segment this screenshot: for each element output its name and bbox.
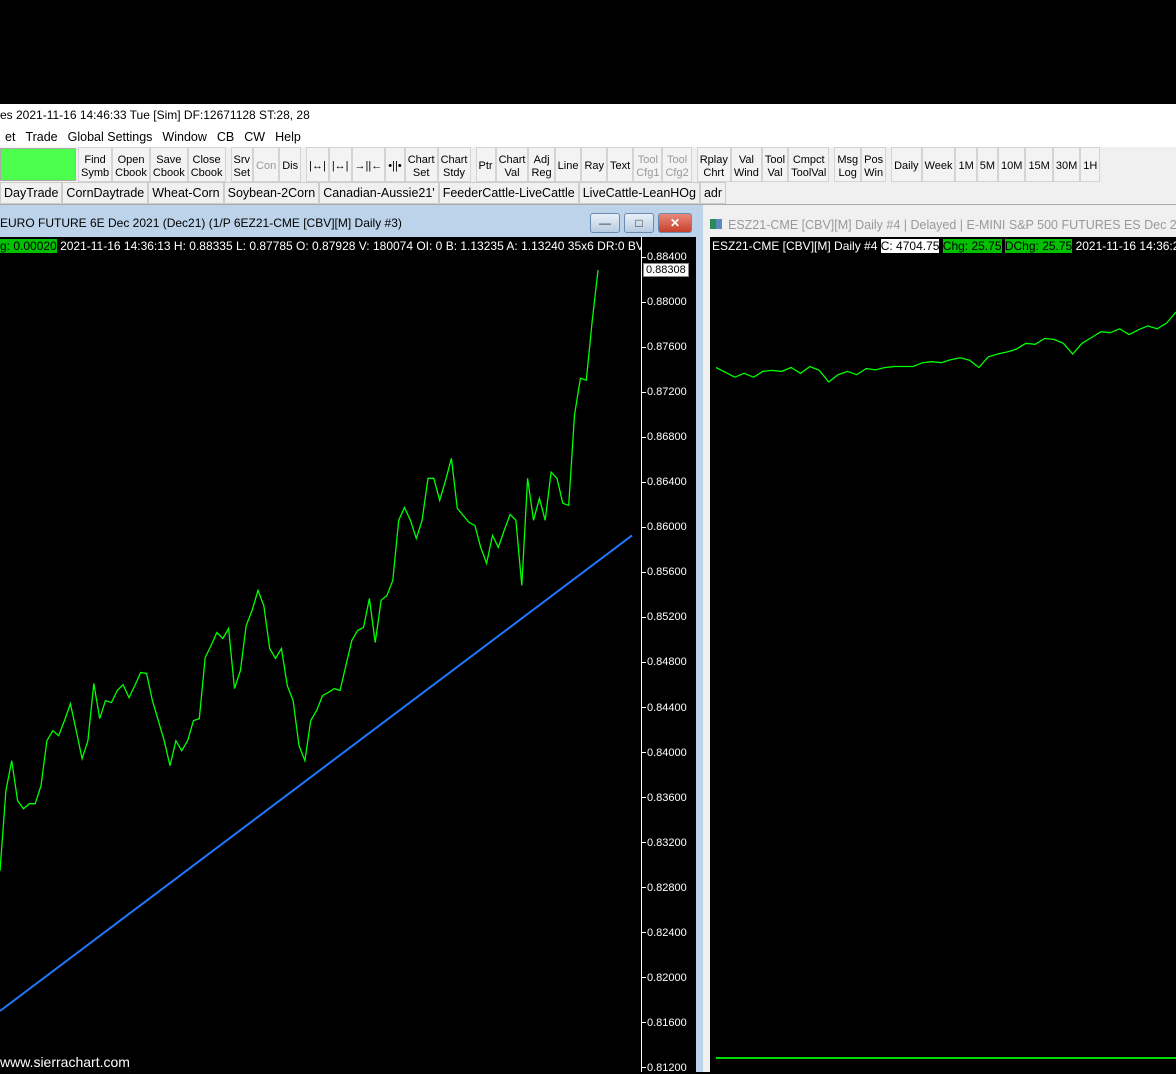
- chartbook-tab[interactable]: CornDaytrade: [62, 182, 149, 204]
- chartbook-tab[interactable]: LiveCattle-LeanHOg: [578, 182, 700, 204]
- toolbar-button[interactable]: Chart Set: [404, 147, 438, 182]
- menu-bar: et Trade Global Settings Window CB CW Help: [0, 128, 1176, 147]
- chartbook-tab[interactable]: Soybean-2Corn: [223, 182, 320, 204]
- watermark: www.sierrachart.com: [0, 1054, 130, 1070]
- price-axis-tick: 0.85200: [642, 611, 687, 623]
- connection-status-indicator[interactable]: [0, 148, 76, 181]
- toolbar-button[interactable]: Srv Set: [230, 147, 254, 182]
- toolbar-button[interactable]: Chart Val: [495, 147, 529, 182]
- price-axis-tick: 0.82000: [642, 972, 687, 984]
- toolbar-button[interactable]: Rplay Chrt: [696, 147, 731, 182]
- toolbar-button[interactable]: Save Cbook: [149, 147, 188, 182]
- toolbar-button[interactable]: Tool Cfg1: [633, 147, 663, 182]
- toolbar-button[interactable]: Ray: [581, 147, 608, 182]
- es-price-line: [715, 311, 1176, 383]
- menu-item[interactable]: Trade: [20, 130, 62, 147]
- toolbar-button[interactable]: Line: [554, 147, 582, 182]
- trendline[interactable]: [0, 534, 633, 1012]
- toolbar-button[interactable]: Daily: [891, 147, 922, 182]
- price-axis-tick: 0.81200: [642, 1062, 687, 1074]
- toolbar-button[interactable]: Dis: [279, 147, 302, 182]
- euro-price-graph: [0, 270, 633, 1012]
- menu-item[interactable]: et: [0, 130, 20, 147]
- es-price-graph: [715, 311, 1176, 1059]
- status-bar: es 2021-11-16 14:46:33 Tue [Sim] DF:1267…: [0, 104, 1176, 128]
- price-axis-tick: 0.84000: [642, 747, 687, 759]
- toolbar-button[interactable]: 10M: [998, 147, 1026, 182]
- minimize-button[interactable]: —: [590, 213, 620, 233]
- toolbar-button[interactable]: Find Symb: [78, 147, 113, 182]
- toolbar-button[interactable]: Ptr: [475, 147, 496, 182]
- chartbook-tab[interactable]: DayTrade: [0, 182, 63, 204]
- price-axis-tick: 0.86000: [642, 521, 687, 533]
- toolbar-button[interactable]: 15M: [1025, 147, 1053, 182]
- chartbook-tab[interactable]: FeederCattle-LiveCattle: [438, 182, 579, 204]
- toolbar-button[interactable]: →||←: [351, 147, 386, 182]
- price-axis-tick: 0.82400: [642, 927, 687, 939]
- toolbar-button[interactable]: Adj Reg: [528, 147, 555, 182]
- price-axis-tick: 0.83600: [642, 792, 687, 804]
- chartbook-tab[interactable]: Canadian-Aussie21': [319, 182, 439, 204]
- toolbar-button[interactable]: Msg Log: [834, 147, 862, 182]
- toolbar-button[interactable]: 1M: [955, 147, 977, 182]
- menu-item[interactable]: Global Settings: [63, 130, 158, 147]
- price-axis-tick: 0.82800: [642, 882, 687, 894]
- price-line: [0, 270, 599, 871]
- toolbar-button[interactable]: Chart Stdy: [437, 147, 471, 182]
- toolbar-button[interactable]: Tool Cfg2: [662, 147, 692, 182]
- chartbook-tabs: DayTrade CornDaytrade Wheat-Corn Soybean-2C…: [0, 182, 1176, 205]
- toolbar-button[interactable]: Close Cbook: [187, 147, 226, 182]
- toolbar-button[interactable]: |↔|: [328, 147, 352, 182]
- chart-window-icon: [710, 219, 722, 229]
- price-axis-tick: 0.84400: [642, 702, 687, 714]
- price-axis-tick: 0.81600: [642, 1017, 687, 1029]
- toolbar-button[interactable]: Con: [253, 147, 280, 182]
- es-chart-title: ESZ21-CME [CBV][M] Daily #4 | Delayed | …: [728, 218, 1176, 232]
- toolbar-button[interactable]: Week: [921, 147, 956, 182]
- euro-chart-title: EURO FUTURE 6E Dec 2021 (Dec21) (1/P 6EZ…: [0, 216, 402, 230]
- toolbar-button[interactable]: |↔|: [306, 147, 329, 182]
- price-axis-tick: 0.88400: [642, 251, 687, 263]
- toolbar: Find Symb Open Cbook Save Cbook Close Cbook…: [0, 147, 1176, 182]
- chartbook-tab[interactable]: adr: [699, 182, 727, 204]
- menu-item[interactable]: CB: [212, 130, 239, 147]
- price-axis-tick: 0.86800: [642, 431, 687, 443]
- toolbar-button[interactable]: 1H: [1080, 147, 1101, 182]
- maximize-button[interactable]: □: [624, 213, 654, 233]
- price-axis-tick: 0.83200: [642, 837, 687, 849]
- toolbar-button[interactable]: Text: [607, 147, 634, 182]
- current-price-label: 0.88308: [643, 263, 689, 277]
- price-axis-tick: 0.86400: [642, 476, 687, 488]
- price-axis[interactable]: 0.88400 0.88000 0.87600 0.87200 0.86800 0.864…: [641, 237, 696, 1074]
- price-axis-tick: 0.85600: [642, 566, 687, 578]
- chartbook-tab[interactable]: Wheat-Corn: [148, 182, 224, 204]
- price-axis-tick: 0.88000: [642, 296, 687, 308]
- toolbar-button[interactable]: Pos Win: [861, 147, 887, 182]
- menu-item[interactable]: Help: [270, 130, 306, 147]
- toolbar-button[interactable]: •||•: [385, 147, 405, 182]
- toolbar-button[interactable]: Open Cbook: [112, 147, 150, 182]
- price-axis-tick: 0.84800: [642, 656, 687, 668]
- toolbar-button[interactable]: Tool Val: [761, 147, 789, 182]
- menu-item[interactable]: CW: [239, 130, 270, 147]
- price-axis-tick: 0.87600: [642, 341, 687, 353]
- toolbar-button[interactable]: Cmpct ToolVal: [788, 147, 830, 182]
- price-axis-tick: 0.87200: [642, 386, 687, 398]
- toolbar-button[interactable]: 30M: [1052, 147, 1081, 182]
- toolbar-button[interactable]: 5M: [976, 147, 999, 182]
- toolbar-button[interactable]: Val Wind: [730, 147, 762, 182]
- close-button[interactable]: ✕: [658, 213, 692, 233]
- menu-item[interactable]: Window: [157, 130, 211, 147]
